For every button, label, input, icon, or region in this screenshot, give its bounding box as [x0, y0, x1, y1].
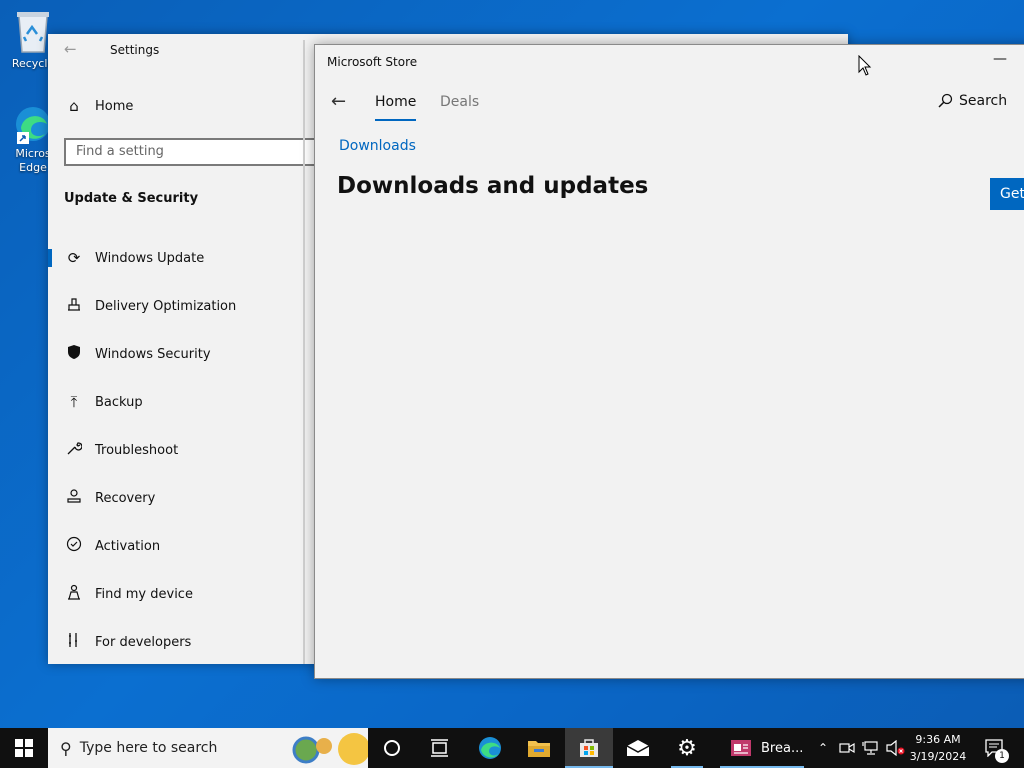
sidebar-item-backup[interactable]: ⤒ Backup [48, 382, 303, 422]
settings-back-icon[interactable]: ← [64, 40, 77, 58]
minimize-button[interactable]: — [993, 51, 1007, 67]
task-view-button[interactable] [416, 728, 464, 768]
settings-home-label: Home [95, 98, 134, 114]
mouse-cursor-icon [858, 55, 872, 76]
sync-icon: ⟳ [67, 249, 81, 267]
sidebar-item-label: Troubleshoot [95, 442, 179, 458]
find-setting-input[interactable]: Find a setting [64, 138, 324, 166]
sidebar-item-troubleshoot[interactable]: Troubleshoot [48, 430, 303, 470]
action-center-button[interactable]: 1 [980, 728, 1010, 768]
chevron-up-icon: ⌃ [817, 741, 829, 755]
sidebar-item-label: Find my device [95, 586, 193, 602]
tab-deals[interactable]: Deals [440, 94, 479, 110]
store-search-button[interactable]: Search [937, 93, 1007, 109]
taskbar-search-box[interactable]: ⚲ Type here to search [48, 728, 368, 768]
settings-title: Settings [110, 43, 160, 57]
windows-logo-icon [15, 739, 33, 757]
sidebar-item-label: Recovery [95, 490, 156, 506]
show-hidden-icons[interactable]: ⌃ [814, 728, 832, 768]
mail-icon [626, 740, 650, 756]
store-back-button[interactable]: ← [331, 91, 346, 112]
cortana-icon [384, 740, 400, 756]
network-icon [862, 741, 878, 755]
store-window: Microsoft Store — ← Home Deals Search Do… [314, 44, 1024, 679]
meet-now-tray[interactable] [837, 728, 857, 768]
shield-icon [63, 344, 85, 364]
sidebar-item-for-developers[interactable]: For developers [48, 622, 303, 662]
get-updates-button[interactable]: Get [990, 178, 1024, 210]
search-label: Search [959, 93, 1008, 109]
sidebar-item-windows-security[interactable]: Windows Security [48, 334, 303, 374]
home-icon: ⌂ [69, 97, 79, 115]
sidebar-item-label: For developers [95, 634, 192, 650]
taskbar: ⚲ Type here to search ⚙ Brea... ⌃ 9:36 A… [0, 728, 1024, 768]
store-icon [580, 739, 598, 757]
settings-divider [303, 40, 305, 664]
taskbar-file-explorer[interactable] [515, 728, 563, 768]
volume-muted-icon [886, 740, 905, 756]
taskbar-store-active[interactable] [565, 728, 613, 768]
clock-date: 3/19/2024 [909, 750, 967, 763]
cortana-button[interactable] [368, 728, 416, 768]
taskbar-search-placeholder: Type here to search [79, 740, 218, 756]
search-icon [938, 93, 953, 108]
taskbar-task-label: Brea... [761, 740, 804, 756]
sidebar-item-label: Windows Security [95, 346, 211, 362]
sidebar-item-activation[interactable]: Activation [48, 526, 303, 566]
taskbar-edge[interactable] [466, 728, 514, 768]
notification-badge: 1 [995, 749, 1009, 763]
edge-icon [16, 107, 50, 144]
volume-tray[interactable] [884, 728, 906, 768]
search-highlight-icon [292, 733, 368, 765]
camera-icon [839, 742, 855, 754]
edge-icon [479, 737, 501, 759]
gear-icon: ⚙ [677, 735, 697, 761]
clock-time: 9:36 AM [915, 733, 961, 746]
section-heading: Update & Security [64, 191, 199, 206]
sidebar-item-label: Activation [95, 538, 161, 554]
breadcrumb-downloads[interactable]: Downloads [339, 138, 416, 154]
network-tray[interactable] [860, 728, 882, 768]
settings-home[interactable]: ⌂ Home [48, 86, 303, 126]
sidebar-item-windows-update[interactable]: ⟳ Windows Update [48, 238, 303, 278]
sidebar-item-delivery-optimization[interactable]: Delivery Optimization [48, 286, 303, 326]
start-button[interactable] [0, 728, 48, 768]
sidebar-item-label: Windows Update [95, 250, 205, 266]
wrench-icon [63, 440, 85, 460]
person-location-icon [63, 584, 85, 604]
sidebar-item-recovery[interactable]: Recovery [48, 478, 303, 518]
taskbar-mail[interactable] [614, 728, 662, 768]
recycle-bin-icon-graphic [17, 12, 49, 53]
sidebar-item-label: Backup [95, 394, 143, 410]
folder-icon [528, 741, 550, 757]
sidebar-item-label: Delivery Optimization [95, 298, 237, 314]
sidebar-item-find-my-device[interactable]: Find my device [48, 574, 303, 614]
task-view-icon [431, 739, 448, 757]
taskbar-clock[interactable]: 9:36 AM 3/19/2024 [906, 731, 970, 765]
taskbar-settings[interactable]: ⚙ [663, 728, 711, 768]
recovery-icon [63, 488, 85, 508]
tab-home[interactable]: Home [375, 94, 417, 121]
store-window-title: Microsoft Store [327, 55, 418, 69]
upload-icon: ⤒ [70, 393, 78, 411]
news-icon [731, 740, 751, 756]
delivery-icon [63, 296, 85, 316]
search-icon: ⚲ [60, 738, 72, 758]
check-circle-icon [63, 536, 85, 556]
page-title: Downloads and updates [337, 173, 649, 199]
taskbar-news-app[interactable]: Brea... [716, 728, 808, 768]
developer-icon [63, 632, 85, 652]
